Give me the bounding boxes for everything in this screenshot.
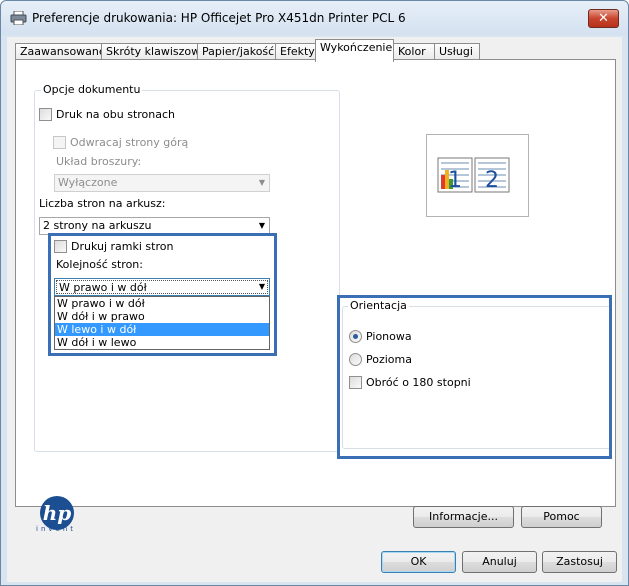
pages-per-sheet-value: 2 strony na arkuszu [43,219,152,232]
pages-per-sheet-select[interactable]: 2 strony na arkuszu ▼ [39,217,270,235]
landscape-radio[interactable] [349,353,362,366]
orientation-label: Orientacja [348,299,409,313]
document-options-label: Opcje dokumentu [41,83,143,97]
booklet-layout-value: Wyłączone [58,176,118,189]
page-order-label: Kolejność stron: [56,258,143,271]
flip-pages-up-label: Odwracaj strony górą [70,136,189,149]
apply-button[interactable]: Zastosuj [542,551,617,573]
pages-per-sheet-label: Liczba stron na arkusz: [39,197,166,210]
chevron-down-icon: ▼ [258,221,265,230]
portrait-label: Pionowa [366,330,412,343]
chevron-down-icon: ▼ [258,282,265,291]
information-button[interactable]: Informacje... [413,506,514,528]
printer-icon [10,11,27,25]
page-number-2: 2 [485,168,499,193]
cancel-button[interactable]: Anuluj [462,551,537,573]
page-order-option-highlighted[interactable]: W lewo i w dół [55,323,269,336]
layout-preview: 1 2 [426,134,529,217]
tab-wykonczenie[interactable]: Wykończenie [315,39,394,62]
window-title: Preferencje drukowania: HP Officejet Pro… [32,11,406,25]
page-order-dropdown-list: W prawo i w dół W dół i w prawo W lewo i… [54,296,270,350]
booklet-layout-label: Układ broszury: [56,155,142,168]
close-button[interactable]: ✕ [588,9,619,28]
chevron-down-icon: ▼ [258,178,265,187]
printing-preferences-window: Preferencje drukowania: HP Officejet Pro… [0,0,629,586]
two-pages-preview-icon: 1 2 [437,157,510,193]
print-page-borders-label: Drukuj ramki stron [71,240,174,253]
page-order-value: W prawo i w dół [59,281,147,294]
ok-button[interactable]: OK [381,551,456,573]
duplex-checkbox[interactable] [39,108,52,121]
rotate-180-label: Obróć o 180 stopni [366,376,471,389]
hp-tagline: invent [36,525,77,533]
finishing-tab-panel: Opcje dokumentu Druk na obu stronach Odw… [15,59,616,528]
page-order-select[interactable]: W prawo i w dół ▼ [54,278,270,296]
hp-logo-text: hp [43,501,72,525]
landscape-label: Pozioma [366,353,412,366]
duplex-label: Druk na obu stronach [56,108,176,121]
dialog-body: Zaawansowane Skróty klawiszowe Papier/ja… [7,37,622,582]
help-button[interactable]: Pomoc [521,506,602,528]
title-bar[interactable]: Preferencje drukowania: HP Officejet Pro… [1,1,628,35]
page-number-1: 1 [448,168,462,193]
rotate-180-checkbox[interactable] [349,376,362,389]
portrait-radio[interactable] [349,330,362,343]
page-order-option[interactable]: W dół i w prawo [55,310,269,323]
print-page-borders-checkbox[interactable] [54,240,67,253]
flip-pages-up-checkbox[interactable] [53,136,66,149]
page-order-option[interactable]: W prawo i w dół [55,297,269,310]
booklet-layout-select[interactable]: Wyłączone ▼ [54,174,270,192]
page-order-option[interactable]: W dół i w lewo [55,336,269,349]
